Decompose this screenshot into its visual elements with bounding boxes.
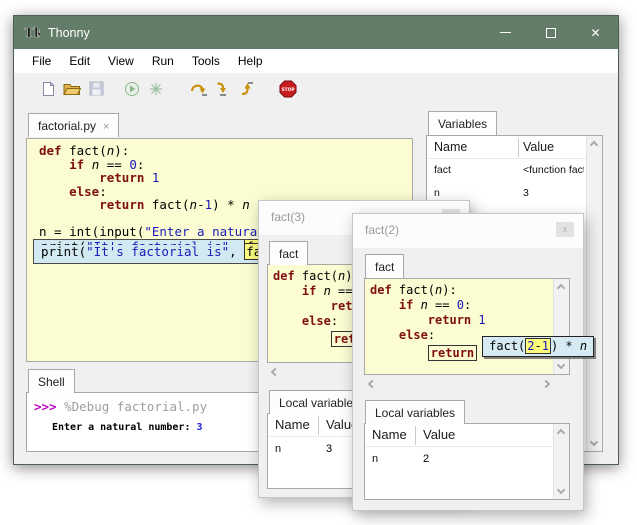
variables-header: Name Value	[427, 136, 602, 159]
var-name: n	[372, 453, 378, 465]
var-value: 3	[523, 187, 584, 199]
var-value: <function fact a	[523, 164, 584, 176]
step-out-icon	[238, 81, 254, 96]
tab-variables[interactable]: Variables	[428, 111, 497, 135]
toolbar: STOP	[14, 73, 618, 104]
tab-shell[interactable]: Shell	[28, 369, 75, 393]
variables-tab-label: Variables	[438, 117, 487, 131]
menu-run[interactable]: Run	[143, 50, 183, 72]
locals-tab-label: Local variables	[279, 396, 359, 410]
frame-tab-label: fact	[279, 247, 298, 261]
column-value[interactable]: Value	[523, 140, 554, 154]
new-file-button[interactable]	[36, 77, 60, 101]
menu-file[interactable]: File	[23, 50, 60, 72]
debug-button[interactable]	[144, 77, 168, 101]
column-value[interactable]: Value	[423, 427, 455, 442]
menu-view[interactable]: View	[99, 50, 143, 72]
function-call-window-fact2: fact(2) x fact def fact(n): if n == 0: r…	[352, 213, 584, 511]
dialog-close-button[interactable]: x	[556, 222, 574, 237]
step-into-icon	[214, 81, 230, 96]
tab-factorial-py[interactable]: factorial.py ×	[28, 113, 119, 137]
column-separator[interactable]	[518, 138, 519, 157]
table-row[interactable]: n 2	[365, 447, 569, 470]
run-button[interactable]	[120, 77, 144, 101]
var-name: n	[434, 187, 440, 199]
window-title: Thonny	[48, 26, 90, 40]
svg-text:STOP: STOP	[281, 86, 295, 92]
scrollbar[interactable]	[586, 136, 602, 451]
column-name[interactable]: Name	[372, 427, 407, 442]
shell-prompt: >>>	[34, 399, 64, 414]
editor-tab-label: factorial.py	[38, 119, 96, 133]
tab-fact[interactable]: fact	[365, 254, 404, 278]
frame-code[interactable]: def fact(n): if n == 0: return 1 else: r…	[365, 279, 569, 364]
minimize-icon	[500, 32, 511, 33]
scroll-down-icon[interactable]	[557, 361, 565, 369]
new-file-icon	[41, 81, 56, 97]
scroll-left-icon[interactable]	[271, 368, 279, 376]
column-separator[interactable]	[318, 416, 319, 435]
stop-button[interactable]: STOP	[276, 77, 300, 101]
dialog-titlebar[interactable]: fact(2) x	[353, 214, 583, 248]
dialog-title: fact(2)	[365, 223, 399, 237]
minimize-button[interactable]	[483, 16, 528, 49]
scroll-left-icon[interactable]	[368, 380, 376, 388]
app-icon: Tk	[24, 25, 40, 41]
scroll-up-icon[interactable]	[557, 429, 565, 437]
tab-close-icon[interactable]: ×	[103, 121, 109, 133]
var-value: 2	[423, 453, 429, 465]
step-over-button[interactable]	[186, 77, 210, 101]
locals-header: Name Value	[365, 424, 569, 447]
tab-local-variables[interactable]: Local variables	[365, 400, 465, 424]
horizontal-scrollbar[interactable]	[364, 377, 570, 391]
open-file-button[interactable]	[60, 77, 84, 101]
open-folder-icon	[63, 81, 81, 96]
local-variables-table: Name Value n 2	[364, 423, 570, 500]
debug-icon	[148, 81, 164, 97]
save-icon	[89, 81, 104, 96]
scroll-up-icon[interactable]	[590, 141, 598, 149]
maximize-icon	[546, 28, 556, 38]
menu-tools[interactable]: Tools	[183, 50, 229, 72]
frame-code-view[interactable]: def fact(n): if n == 0: return 1 else: r…	[364, 278, 570, 375]
scroll-down-icon[interactable]	[557, 486, 565, 494]
scroll-down-icon[interactable]	[590, 438, 598, 446]
tab-fact[interactable]: fact	[269, 241, 308, 265]
frame-tab-label: fact	[375, 260, 394, 274]
step-over-icon	[189, 81, 208, 96]
menubar: File Edit View Run Tools Help	[14, 49, 618, 73]
svg-text:Tk: Tk	[24, 26, 40, 41]
column-name[interactable]: Name	[434, 140, 467, 154]
shell-tab-label: Shell	[38, 375, 65, 389]
close-button[interactable]: ✕	[573, 16, 618, 49]
step-into-button[interactable]	[210, 77, 234, 101]
stdin-echo: 3	[197, 422, 203, 433]
step-out-button[interactable]	[234, 77, 258, 101]
stop-icon: STOP	[279, 80, 297, 98]
scroll-up-icon[interactable]	[557, 284, 565, 292]
menu-help[interactable]: Help	[229, 50, 272, 72]
scrollbar[interactable]	[553, 279, 569, 374]
table-row[interactable]: fact <function fact a	[427, 159, 602, 182]
titlebar[interactable]: Tk Thonny ✕	[14, 16, 618, 49]
screen: Tk Thonny ✕ File Edit View Run Tools Hel…	[0, 0, 637, 525]
column-name[interactable]: Name	[275, 417, 310, 432]
locals-tab-label: Local variables	[375, 406, 455, 420]
run-icon	[124, 81, 140, 97]
maximize-button[interactable]	[528, 16, 573, 49]
menu-edit[interactable]: Edit	[60, 50, 99, 72]
save-file-button[interactable]	[84, 77, 108, 101]
var-name: n	[275, 443, 281, 455]
var-name: fact	[434, 164, 451, 176]
column-separator[interactable]	[415, 426, 416, 445]
scrollbar[interactable]	[553, 424, 569, 499]
scroll-right-icon[interactable]	[542, 380, 550, 388]
stdout-text: Enter a natural number:	[52, 422, 197, 433]
shell-command: %Debug factorial.py	[64, 399, 207, 414]
window-controls: ✕	[483, 16, 618, 49]
dialog-title: fact(3)	[271, 210, 305, 224]
var-value: 3	[326, 443, 332, 455]
